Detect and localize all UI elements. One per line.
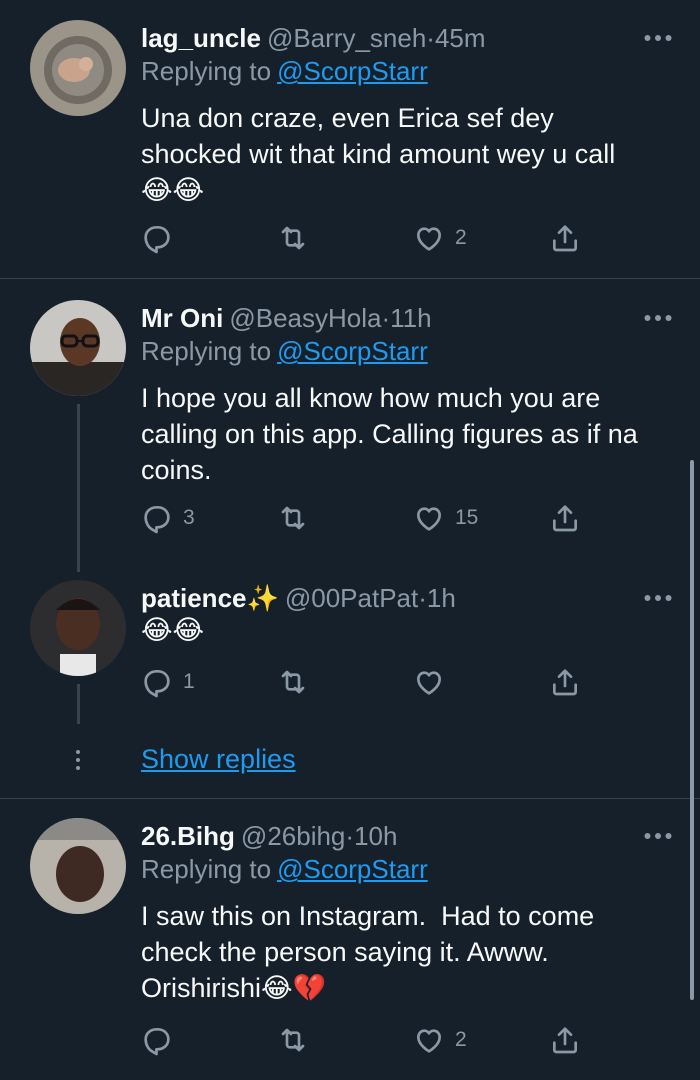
like-icon [413,1024,445,1056]
like-icon [413,222,445,254]
reply-button[interactable] [141,1020,183,1060]
tweet[interactable]: 26.Bihg @26bihg·10h Replying to @ScorpStar… [0,818,700,1080]
thread-ellipsis-icon [74,750,82,774]
reply-icon [141,222,173,254]
replying-to-label: Replying to [141,854,272,884]
display-name[interactable]: lag_uncle [141,23,261,53]
avatar[interactable] [30,300,126,396]
tweet[interactable]: patience✨ @00PatPat·1h 😂😂 1 [0,580,700,710]
separator-dot: · [418,583,427,613]
share-icon [549,666,581,698]
timestamp[interactable]: 45m [435,23,486,53]
retweet-button[interactable] [277,218,319,258]
share-icon [549,1024,581,1056]
tweet-actions: 1 [141,662,601,702]
retweet-button[interactable] [277,498,319,538]
thread-line [77,404,80,572]
timestamp[interactable]: 11h [390,303,431,333]
share-button[interactable] [549,662,581,702]
like-count: 15 [455,506,479,529]
tweet-text: Una don craze, even Erica sef dey shocke… [141,103,616,205]
share-icon [549,222,581,254]
reply-icon [141,666,173,698]
divider [0,278,700,279]
separator-dot: · [345,821,355,851]
avatar[interactable] [30,818,126,914]
share-button[interactable] [549,1020,581,1060]
display-name[interactable]: Mr Oni [141,303,223,333]
replying-to-label: Replying to [141,56,272,86]
timestamp[interactable]: 10h [354,821,397,851]
tweet[interactable]: lag_uncle @Barry_sneh·45m Replying to @Sco… [0,0,700,278]
retweet-button[interactable] [277,662,319,702]
like-button[interactable] [413,662,455,702]
reply-icon [141,502,173,534]
timestamp[interactable]: 1h [427,583,456,613]
retweet-icon [277,1024,309,1056]
separator-dot: · [381,303,391,333]
reply-icon [141,1024,173,1056]
tweet-text: 😂😂 [141,615,205,645]
reply-button[interactable]: 3 [141,498,195,538]
like-icon [413,502,445,534]
replying-to: Replying to @ScorpStarr [141,336,428,367]
user-handle[interactable]: @Barry_sneh [267,23,426,53]
tweet-actions: 2 [141,218,601,258]
scrollbar[interactable] [690,460,694,1000]
share-button[interactable] [549,218,581,258]
user-handle[interactable]: @00PatPat [285,583,418,613]
reply-button[interactable] [141,218,183,258]
user-handle[interactable]: @BeasyHola [229,303,381,333]
divider [0,798,700,799]
user-handle[interactable]: @26bihg [241,821,345,851]
thread-line [77,684,80,724]
display-name[interactable]: 26.Bihg [141,821,235,851]
tweet-header: patience✨ @00PatPat·1h [141,580,456,616]
share-icon [549,502,581,534]
avatar[interactable] [30,20,126,116]
like-count: 2 [455,226,467,249]
more-icon[interactable] [640,580,676,616]
reply-count: 3 [183,506,195,529]
show-replies-link[interactable]: Show replies [141,744,296,775]
like-button[interactable]: 15 [413,498,478,538]
retweet-icon [277,666,309,698]
more-icon[interactable] [640,300,676,336]
tweet[interactable]: Mr Oni @BeasyHola·11h Replying to @ScorpSt… [0,300,700,570]
tweet-text: I saw this on Instagram. Had to come che… [141,901,595,1003]
retweet-button[interactable] [277,1020,319,1060]
tweet-header: 26.Bihg @26bihg·10h [141,818,397,854]
share-button[interactable] [549,498,581,538]
more-icon[interactable] [640,818,676,854]
tweet-header: Mr Oni @BeasyHola·11h [141,300,432,336]
replying-to-link[interactable]: @ScorpStarr [277,854,428,884]
reply-button[interactable]: 1 [141,662,195,702]
retweet-icon [277,222,309,254]
display-name[interactable]: patience✨ [141,583,279,613]
tweet-actions: 2 [141,1020,601,1060]
replying-to: Replying to @ScorpStarr [141,854,428,885]
tweet-text: I hope you all know how much you are cal… [141,383,638,485]
avatar[interactable] [30,580,126,676]
replying-to-link[interactable]: @ScorpStarr [277,336,428,366]
replying-to: Replying to @ScorpStarr [141,56,428,87]
more-icon[interactable] [640,20,676,56]
like-button[interactable]: 2 [413,218,467,258]
like-button[interactable]: 2 [413,1020,467,1060]
replying-to-link[interactable]: @ScorpStarr [277,56,428,86]
retweet-icon [277,502,309,534]
separator-dot: · [426,23,435,53]
replying-to-label: Replying to [141,336,272,366]
like-count: 2 [455,1028,467,1051]
like-icon [413,666,445,698]
tweet-header: lag_uncle @Barry_sneh·45m [141,20,486,56]
reply-count: 1 [183,670,195,693]
tweet-actions: 3 15 [141,498,601,538]
